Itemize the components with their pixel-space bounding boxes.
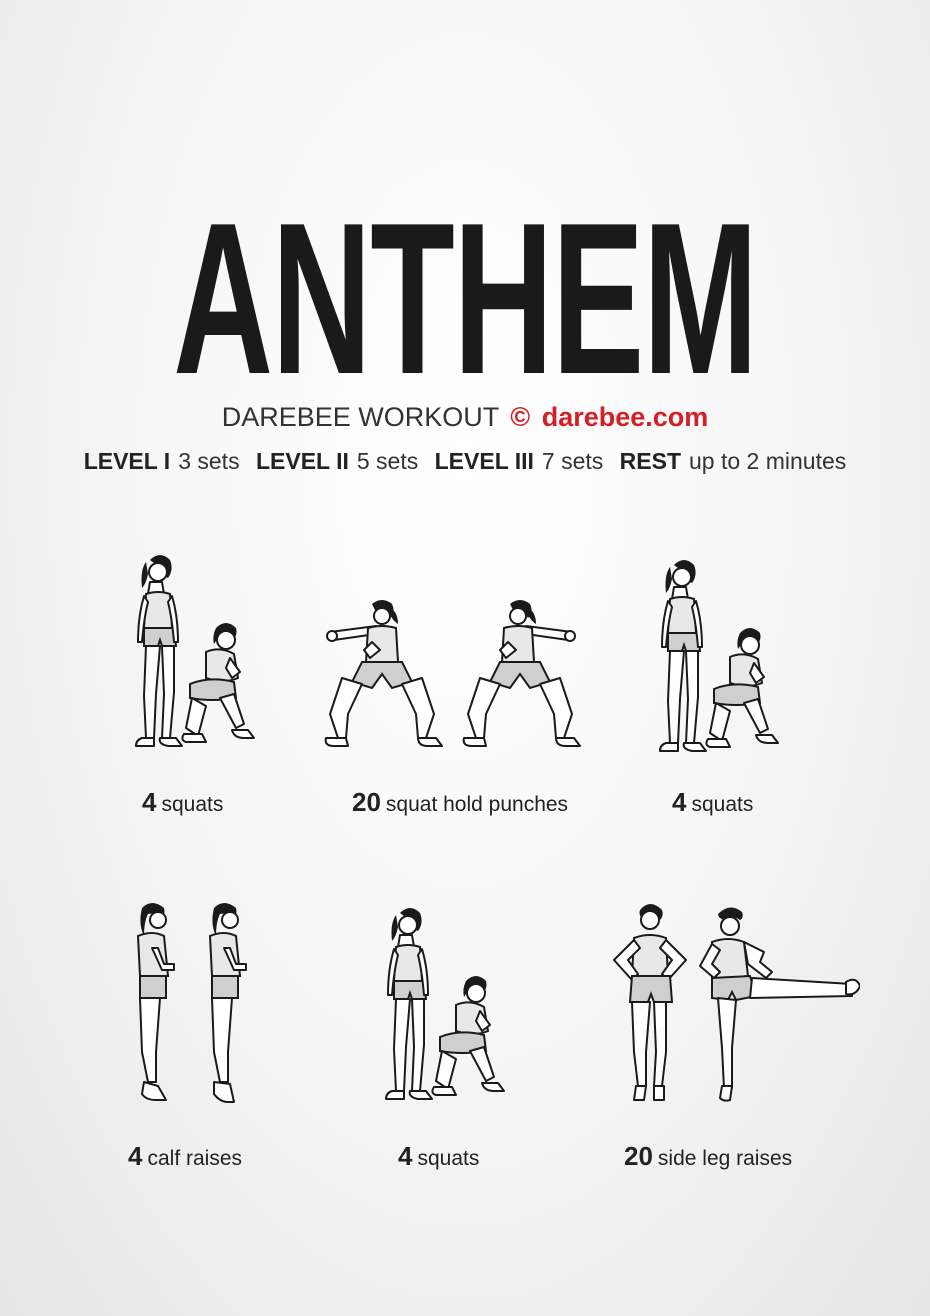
side-leg-raise-illustration xyxy=(613,904,860,1102)
exercise-caption: 4 squats xyxy=(398,1141,479,1172)
rest-value: up to 2 minutes xyxy=(689,448,847,474)
exercise-count: 20 xyxy=(624,1141,653,1171)
exercise-count: 4 xyxy=(142,787,157,817)
exercise-count: 20 xyxy=(352,787,381,817)
brand-line: DAREBEE WORKOUT © darebee.com xyxy=(0,402,930,433)
rest-label: REST xyxy=(619,448,682,474)
copyright-icon: © xyxy=(510,402,531,432)
calf-raise-illustration xyxy=(136,903,247,1103)
site-link[interactable]: darebee.com xyxy=(542,402,709,432)
level-1-value: 3 sets xyxy=(178,448,240,474)
exercise-caption: 20 side leg raises xyxy=(624,1141,792,1172)
exercise-name: side leg raises xyxy=(657,1147,793,1170)
levels-line: LEVEL I 3 sets LEVEL II 5 sets LEVEL III 7 … xyxy=(0,448,930,475)
brand-label: DAREBEE WORKOUT xyxy=(221,402,499,432)
squat-illustration xyxy=(135,555,255,747)
level-2-label: LEVEL II xyxy=(255,448,349,474)
level-1-label: LEVEL I xyxy=(83,448,171,474)
exercise-count: 4 xyxy=(398,1141,413,1171)
exercise-count: 4 xyxy=(672,787,687,817)
exercise-name: squats xyxy=(161,793,224,816)
exercise-name: squats xyxy=(691,793,754,816)
exercise-count: 4 xyxy=(128,1141,143,1171)
exercise-caption: 4 squats xyxy=(672,787,753,818)
exercise-caption: 20 squat hold punches xyxy=(352,787,568,818)
squat-illustration xyxy=(385,908,505,1100)
exercise-caption: 4 squats xyxy=(142,787,223,818)
level-3-value: 7 sets xyxy=(541,448,604,474)
exercise-name: squat hold punches xyxy=(385,793,569,816)
squat-hold-punch-illustration xyxy=(324,600,581,747)
workout-title: ANTHEM xyxy=(173,177,758,419)
squat-illustration xyxy=(659,560,779,752)
level-3-label: LEVEL III xyxy=(434,448,534,474)
level-2-value: 5 sets xyxy=(356,448,419,474)
exercise-name: squats xyxy=(417,1147,480,1170)
exercise-name: calf raises xyxy=(147,1147,242,1170)
exercise-caption: 4 calf raises xyxy=(128,1141,242,1172)
